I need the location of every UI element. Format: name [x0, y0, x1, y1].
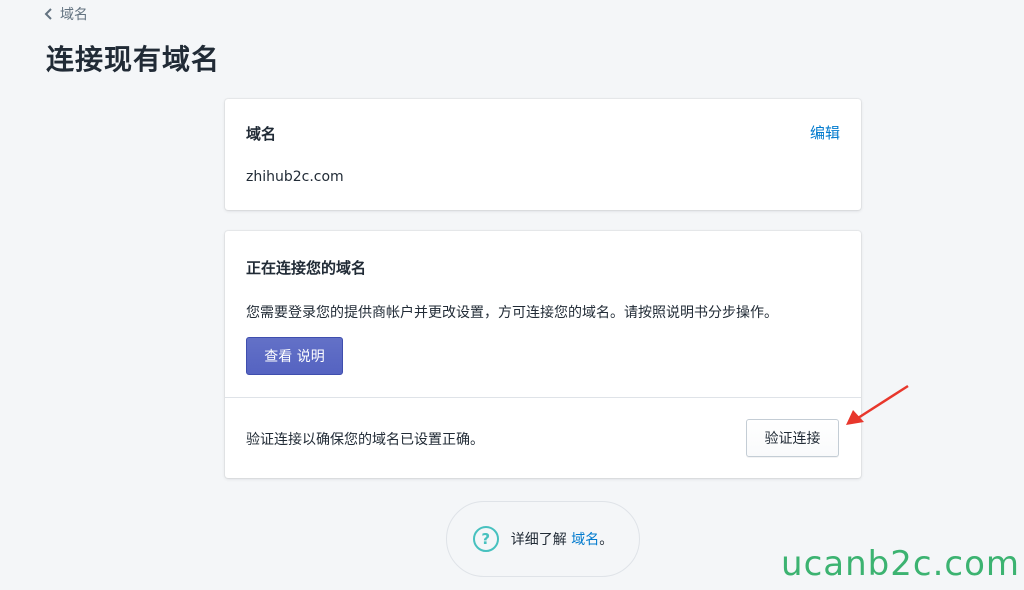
- connect-description: 您需要登录您的提供商帐户并更改设置，方可连接您的域名。请按照说明书分步操作。: [246, 305, 778, 321]
- help-text: 详细了解 域名。: [511, 529, 613, 549]
- domain-value: zhihub2c.com: [246, 169, 344, 185]
- divider: [225, 397, 861, 398]
- connect-card: 正在连接您的域名 您需要登录您的提供商帐户并更改设置，方可连接您的域名。请按照说…: [225, 231, 861, 478]
- help-suffix: 。: [599, 532, 614, 548]
- help-footer: ? 详细了解 域名。: [446, 501, 640, 577]
- domain-card-heading: 域名: [246, 125, 277, 143]
- red-arrow-icon: [846, 384, 909, 425]
- breadcrumb-label: 域名: [60, 7, 88, 23]
- verify-description: 验证连接以确保您的域名已设置正确。: [246, 432, 484, 448]
- page-title: 连接现有域名: [46, 43, 221, 76]
- edit-link[interactable]: 编辑: [810, 122, 840, 143]
- chevron-left-icon: [44, 8, 52, 20]
- help-domain-link[interactable]: 域名: [571, 532, 599, 548]
- breadcrumb[interactable]: 域名: [44, 4, 88, 24]
- watermark: ucanb2c.com: [781, 544, 1020, 584]
- question-circle-icon: ?: [472, 526, 499, 552]
- page: 域名 连接现有域名 域名 编辑 zhihub2c.com 正在连接您的域名 您需…: [0, 0, 1024, 590]
- connect-card-heading: 正在连接您的域名: [246, 259, 367, 277]
- view-instructions-button[interactable]: 查看 说明: [246, 337, 343, 375]
- verify-connection-button[interactable]: 验证连接: [746, 419, 839, 457]
- help-prefix: 详细了解: [510, 532, 572, 548]
- domain-card: 域名 编辑 zhihub2c.com: [225, 99, 861, 210]
